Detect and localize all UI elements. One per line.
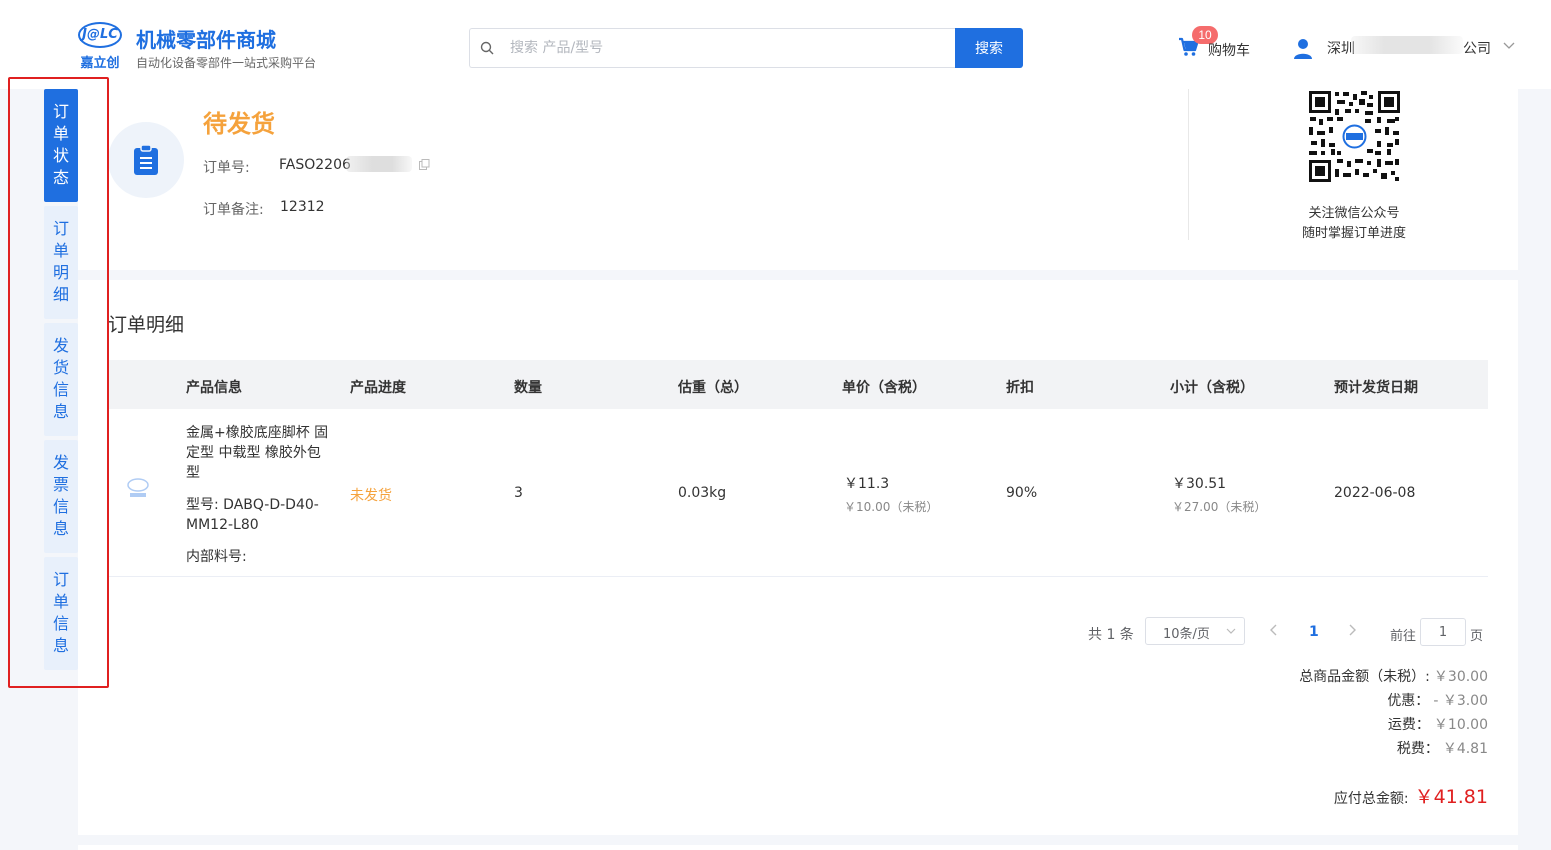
table-header: 产品信息 产品进度 数量 估重（总） 单价（含税） 折扣 小计（含税） 预计发货…	[108, 360, 1488, 409]
copy-icon[interactable]	[419, 159, 430, 170]
table-row: 金属+橡胶底座脚杯 固定型 中载型 橡胶外包型 型号: DABQ-D-D40-M…	[108, 409, 1488, 577]
grand-total-value: ￥41.81	[1414, 786, 1488, 808]
goods-amount-value: ￥30.00	[1433, 669, 1488, 685]
side-nav-label: 发货信息	[52, 336, 69, 421]
user-avatar-icon	[1294, 39, 1312, 59]
order-number-value: FASO2206	[279, 157, 351, 173]
column-header: 折扣	[1006, 380, 1034, 396]
product-discount: 90%	[1006, 485, 1038, 501]
product-quantity: 3	[514, 485, 523, 501]
column-header: 产品进度	[350, 380, 406, 396]
side-nav-order-detail[interactable]: 订单明细	[44, 206, 78, 319]
prev-page-icon[interactable]	[1268, 624, 1280, 636]
logo-text: 嘉立创	[80, 56, 120, 71]
brand-title[interactable]: 机械零部件商城	[136, 24, 276, 53]
tax-value: ￥4.81	[1442, 741, 1488, 757]
column-header: 单价（含税）	[842, 380, 926, 396]
product-model: 型号: DABQ-D-D40-MM12-L80	[186, 497, 319, 533]
order-detail-card: 订单明细 产品信息 产品进度 数量 估重（总） 单价（含税） 折扣 小计（含税）…	[78, 280, 1518, 835]
column-header: 数量	[514, 380, 542, 396]
product-name[interactable]: 金属+橡胶底座脚杯 固定型 中载型 橡胶外包型	[186, 423, 331, 483]
user-name-suffix: 公司	[1463, 41, 1491, 57]
product-thumbnail[interactable]	[126, 477, 150, 501]
user-name-redacted	[1351, 36, 1463, 54]
order-detail-title: 订单明细	[108, 314, 185, 336]
side-nav-label: 订单明细	[52, 219, 69, 304]
side-nav-label: 订单状态	[52, 102, 69, 187]
order-number-redacted	[346, 156, 412, 172]
page-number-current[interactable]: 1	[1309, 624, 1319, 640]
search-icon	[480, 41, 494, 55]
subtotal-taxed: ￥30.51	[1172, 476, 1227, 492]
clipboard-icon	[134, 144, 158, 175]
discount-value: - ￥3.00	[1433, 693, 1488, 709]
order-status-card: 待发货 订单号: FASO2206 订单备注: 12312 关注微信公众号 随时…	[78, 89, 1518, 270]
top-header: J@LC 嘉立创 机械零部件商城 自动化设备零部件一站式采购平台 搜索 10 购…	[0, 0, 1551, 89]
product-weight: 0.03kg	[678, 485, 727, 501]
chevron-down-icon	[1226, 628, 1236, 634]
shipping-fee-label: 运费：	[1387, 717, 1430, 733]
side-nav-label: 发票信息	[52, 453, 69, 538]
order-number-label: 订单号:	[203, 160, 250, 176]
cart-label: 购物车	[1208, 43, 1250, 59]
estimated-ship-date: 2022-06-08	[1334, 485, 1416, 501]
side-nav-order-status[interactable]: 订单状态	[44, 89, 78, 202]
column-header: 产品信息	[186, 380, 242, 396]
shipping-fee-row: 运费： ￥10.00	[1388, 714, 1488, 734]
column-header: 预计发货日期	[1334, 380, 1418, 396]
discount-row: 优惠： - ￥3.00	[1387, 690, 1488, 710]
search-bar: 搜索	[469, 28, 1023, 68]
tax-label: 税费：	[1396, 741, 1439, 757]
next-section-card	[78, 845, 1518, 850]
brand-subtitle: 自动化设备零部件一站式采购平台	[136, 56, 317, 70]
next-page-icon[interactable]	[1346, 624, 1358, 636]
discount-label: 优惠：	[1387, 693, 1430, 709]
order-status-title: 待发货	[203, 110, 275, 138]
side-nav-order-info[interactable]: 订单信息	[44, 557, 78, 670]
column-header: 估重（总）	[678, 380, 748, 396]
grand-total-label: 应付总金额:	[1333, 791, 1409, 807]
side-nav-invoice-info[interactable]: 发票信息	[44, 440, 78, 553]
page-size-select[interactable]: 10条/页	[1145, 617, 1245, 645]
site-logo[interactable]: J@LC 嘉立创	[78, 22, 122, 71]
side-nav-label: 订单信息	[52, 570, 69, 655]
grand-total-row: 应付总金额: ￥41.81	[1334, 782, 1488, 809]
goods-amount-label: 总商品金额（未税）:	[1299, 669, 1430, 685]
qr-caption-line1: 关注微信公众号	[1308, 206, 1400, 221]
subtotal-untaxed: ￥27.00（未税）	[1172, 500, 1267, 514]
shipping-fee-value: ￥10.00	[1433, 717, 1488, 733]
tax-row: 税费： ￥4.81	[1397, 738, 1488, 758]
goto-page-input[interactable]	[1420, 618, 1466, 646]
unit-price-taxed: ￥11.3	[844, 476, 890, 492]
product-internal-number: 内部料号:	[186, 549, 247, 565]
page-unit-label: 页	[1470, 629, 1484, 644]
qr-caption-line2: 随时掌握订单进度	[1301, 226, 1406, 241]
side-nav-shipping-info[interactable]: 发货信息	[44, 323, 78, 436]
chevron-down-icon	[1503, 42, 1515, 49]
logo-mark: J@LC	[78, 22, 122, 48]
order-remark-value: 12312	[280, 199, 325, 215]
product-progress: 未发货	[350, 488, 392, 504]
status-divider	[1188, 89, 1189, 240]
page-size-value: 10条/页	[1163, 627, 1210, 642]
wechat-qr-code	[1307, 89, 1402, 184]
search-button[interactable]: 搜索	[955, 28, 1023, 68]
unit-price-untaxed: ￥10.00（未税）	[844, 500, 939, 514]
search-input[interactable]	[510, 29, 940, 67]
status-icon-badge	[108, 122, 184, 198]
goto-label: 前往	[1390, 629, 1417, 644]
goods-amount-row: 总商品金额（未税）: ￥30.00	[1299, 666, 1488, 686]
column-header: 小计（含税）	[1170, 380, 1254, 396]
search-box	[469, 28, 956, 68]
order-remark-label: 订单备注:	[203, 202, 264, 218]
pagination-total: 共 1 条	[1088, 627, 1134, 643]
